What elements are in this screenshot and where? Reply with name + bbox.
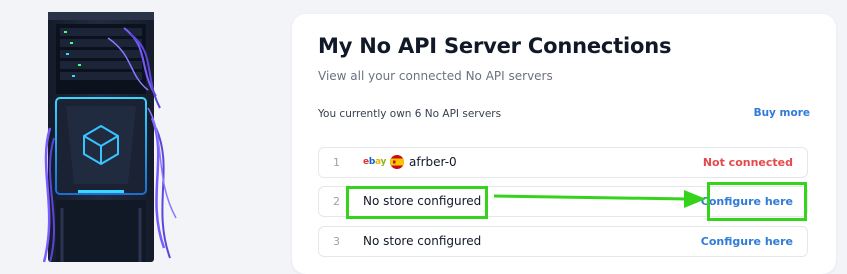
row-index: 2 [333,195,340,208]
connection-status: Not connected [702,156,793,169]
ebay-logo-icon: ebay [363,157,387,167]
server-rack-illustration [42,12,177,262]
row-index: 3 [333,235,340,248]
store-name: afrber-0 [409,155,457,169]
configure-here-link[interactable]: Configure here [701,235,793,248]
page-subtitle: View all your connected No API servers [318,69,553,83]
highlight-box-configure [707,182,807,221]
spain-flag-icon [390,155,405,169]
server-connections-card: My No API Server Connections View all yo… [292,14,836,274]
page-title: My No API Server Connections [318,34,672,58]
row-store: ebay afrber-0 [363,155,457,169]
highlight-box-store [346,186,488,219]
server-count-text: You currently own 6 No API servers [318,108,502,120]
annotation-arrow-icon [493,190,706,208]
server-row-3: 3 No store configured Configure here [318,226,808,257]
buy-more-link[interactable]: Buy more [754,107,810,119]
row-index: 1 [333,156,340,169]
server-row-1: 1 ebay afrber-0 Not connected [318,147,808,178]
store-name: No store configured [363,234,482,248]
